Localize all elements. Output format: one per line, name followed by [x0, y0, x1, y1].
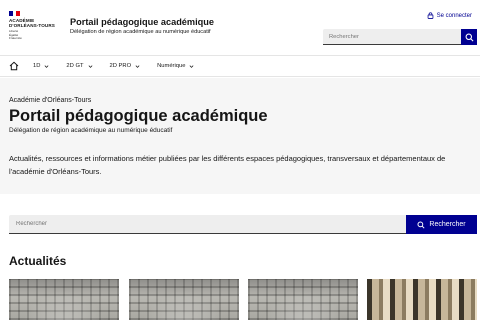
header-search	[323, 29, 477, 45]
nav-item-label: 1D	[33, 63, 41, 69]
academie-logo[interactable]: ACADÉMIE D'ORLÉANS-TOURS Liberté Égalité…	[9, 11, 55, 41]
hero-banner: Académie d'Orléans-Tours Portail pédagog…	[0, 78, 480, 194]
nav-item-label: 2D GT	[66, 63, 84, 69]
main-search: Rechercher	[9, 215, 477, 234]
logo-motto: Liberté Égalité Fraternité	[9, 29, 22, 40]
logo-line-2: D'ORLÉANS-TOURS	[9, 23, 55, 28]
main-search-button[interactable]: Rechercher	[406, 215, 477, 234]
chevron-down-icon	[44, 64, 49, 68]
nav-item-label: 2D PRO	[109, 63, 132, 69]
hero-subtitle: Délégation de région académique au numér…	[9, 127, 173, 134]
nav-item-label: Numérique	[157, 63, 186, 69]
news-card-image[interactable]	[9, 279, 119, 320]
republic-flag-icon	[9, 11, 21, 16]
news-card-image[interactable]	[248, 279, 358, 320]
login-link[interactable]: Se connecter	[427, 12, 472, 19]
news-section-title: Actualités	[9, 254, 67, 268]
chevron-down-icon	[88, 64, 92, 68]
nav-item-2d-pro[interactable]: 2D PRO	[110, 63, 141, 69]
lock-icon	[427, 12, 433, 19]
hero-description: Actualités, ressources et informations m…	[9, 154, 446, 176]
header-search-input[interactable]	[323, 29, 461, 45]
site-title[interactable]: Portail pédagogique académique	[70, 17, 214, 27]
main-search-input[interactable]	[9, 215, 406, 234]
search-icon	[465, 33, 473, 41]
hero-kicker: Académie d'Orléans-Tours	[9, 97, 92, 104]
site-subtitle: Délégation de région académique au numér…	[70, 29, 211, 35]
search-icon	[417, 220, 425, 229]
header-search-button[interactable]	[461, 29, 477, 45]
nav-item-numerique[interactable]: Numérique	[157, 63, 194, 69]
chevron-down-icon	[190, 64, 194, 68]
nav-item-1d[interactable]: 1D	[33, 63, 49, 69]
news-card-image[interactable]	[129, 279, 239, 320]
main-nav: 1D 2D GT 2D PRO Numérique	[0, 55, 480, 77]
nav-item-2d-gt[interactable]: 2D GT	[66, 63, 92, 69]
page-title: Portail pédagogique académique	[9, 107, 268, 125]
site-header: ACADÉMIE D'ORLÉANS-TOURS Liberté Égalité…	[0, 0, 480, 54]
home-icon[interactable]	[9, 61, 19, 71]
login-label: Se connecter	[436, 12, 472, 19]
news-card-image[interactable]	[367, 279, 477, 320]
chevron-down-icon	[135, 64, 140, 68]
main-search-button-label: Rechercher	[429, 221, 466, 228]
